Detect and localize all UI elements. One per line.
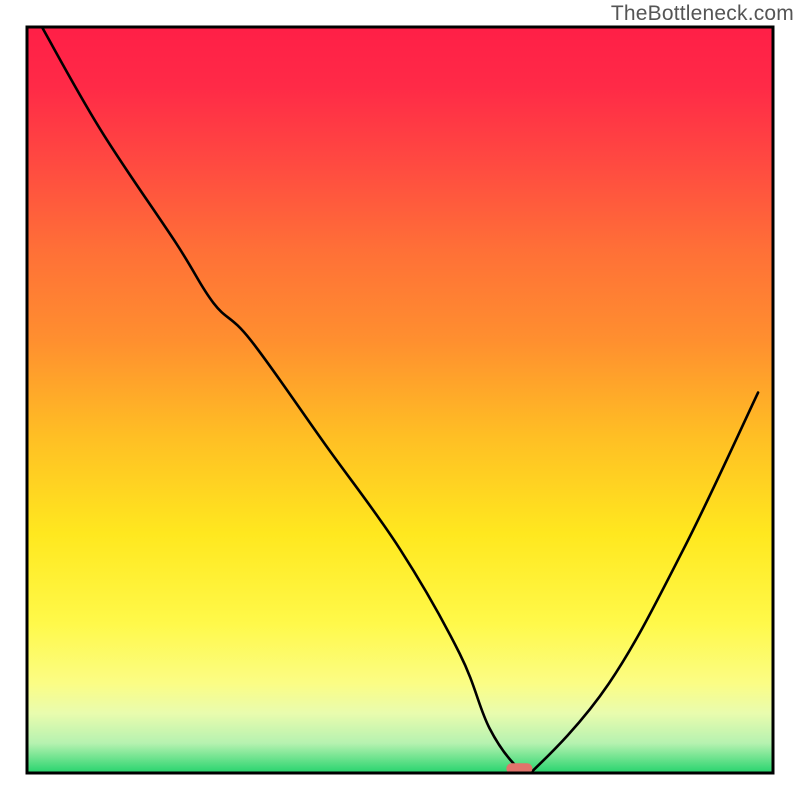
chart-container: TheBottleneck.com — [0, 0, 800, 800]
watermark-label: TheBottleneck.com — [611, 2, 794, 26]
plot-background — [27, 27, 773, 773]
chart-svg — [0, 0, 800, 800]
